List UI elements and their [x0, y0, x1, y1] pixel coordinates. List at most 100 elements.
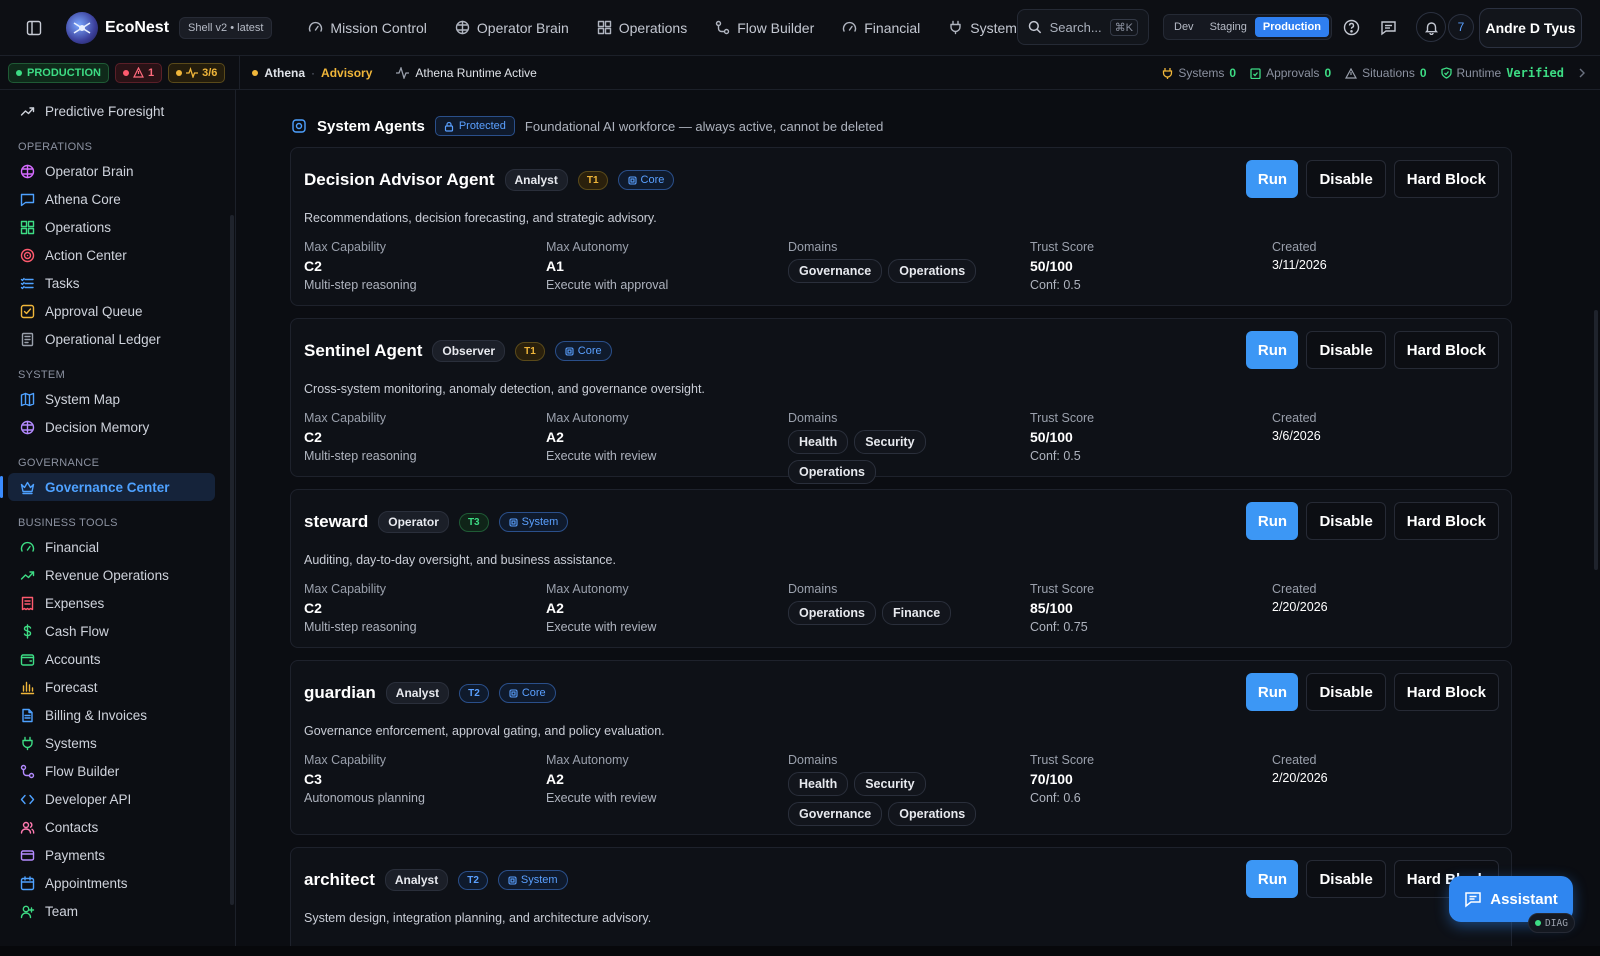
sidebar-item-cash-flow[interactable]: Cash Flow	[0, 617, 235, 645]
disable-button[interactable]: Disable	[1306, 331, 1386, 369]
sidebar-item-flow-builder[interactable]: Flow Builder	[0, 757, 235, 785]
trust-score-value: 50/100	[1030, 429, 1073, 445]
bell-icon[interactable]	[1416, 12, 1446, 42]
max-autonomy-value: A1	[546, 258, 564, 274]
sidebar-item-operational-ledger[interactable]: Operational Ledger	[0, 325, 235, 353]
env-option-production[interactable]: Production	[1254, 17, 1329, 37]
topnav-flow-builder[interactable]: Flow Builder	[701, 0, 828, 56]
run-button[interactable]: Run	[1246, 860, 1299, 898]
tier-badge: T2	[458, 870, 488, 890]
sidebar-item-accounts[interactable]: Accounts	[0, 645, 235, 673]
sidebar-item-operations[interactable]: Operations	[0, 213, 235, 241]
system-agents-header: System Agents Protected Foundational AI …	[291, 116, 883, 136]
agent-kind-label: Core	[577, 345, 602, 357]
econest-logo[interactable]	[66, 11, 98, 44]
sidebar-item-billing-invoices[interactable]: Billing & Invoices	[0, 701, 235, 729]
user-plus-icon	[20, 904, 35, 919]
domain-pill: Governance	[788, 802, 883, 826]
sidebar-item-action-center[interactable]: Action Center	[0, 241, 235, 269]
hard-block-button[interactable]: Hard Block	[1393, 331, 1499, 369]
hard-block-button[interactable]: Hard Block	[1393, 160, 1499, 198]
role-badge: Analyst	[504, 169, 568, 191]
max-autonomy-label: Max Autonomy	[546, 753, 629, 767]
sidebar-item-developer-api[interactable]: Developer API	[0, 785, 235, 813]
approvals-status[interactable]: Approvals 0	[1250, 66, 1331, 80]
cpu-icon	[627, 175, 637, 185]
sidebar-item-expenses[interactable]: Expenses	[0, 589, 235, 617]
health-score-chip[interactable]: 3/6	[168, 62, 226, 83]
env-option-staging[interactable]: Staging	[1202, 17, 1255, 37]
separator-dot: ·	[311, 65, 316, 80]
sidebar-toggle-icon[interactable]	[22, 16, 46, 40]
env-option-dev[interactable]: Dev	[1166, 17, 1202, 37]
environment-chip[interactable]: PRODUCTION	[8, 62, 109, 83]
sidebar-item-revenue-operations[interactable]: Revenue Operations	[0, 561, 235, 589]
run-button[interactable]: Run	[1246, 160, 1299, 198]
notification-count[interactable]: 7	[1448, 14, 1474, 40]
help-icon[interactable]	[1340, 16, 1362, 38]
sidebar-item-forecast[interactable]: Forecast	[0, 673, 235, 701]
bottom-strip	[0, 946, 1600, 956]
hard-block-button[interactable]: Hard Block	[1393, 673, 1499, 711]
workflow-icon	[20, 764, 35, 779]
run-button[interactable]: Run	[1246, 673, 1299, 711]
sidebar-item-approval-queue[interactable]: Approval Queue	[0, 297, 235, 325]
disable-button[interactable]: Disable	[1306, 673, 1386, 711]
chevron-right-icon[interactable]	[1578, 68, 1586, 78]
sidebar-item-governance-center[interactable]: Governance Center	[0, 473, 215, 501]
disable-button[interactable]: Disable	[1306, 502, 1386, 540]
situations-status[interactable]: Situations 0	[1345, 66, 1427, 80]
messages-icon[interactable]	[1377, 16, 1399, 38]
run-button[interactable]: Run	[1246, 331, 1299, 369]
role-badge: Analyst	[384, 869, 449, 891]
sidebar-item-label: Operational Ledger	[45, 331, 161, 347]
sidebar-item-appointments[interactable]: Appointments	[0, 869, 235, 897]
disable-button[interactable]: Disable	[1306, 160, 1386, 198]
sidebar-item-contacts[interactable]: Contacts	[0, 813, 235, 841]
hard-block-button[interactable]: Hard Block	[1393, 502, 1499, 540]
grid-icon	[20, 220, 35, 235]
agent-title-row: architect Analyst T2 System	[304, 869, 568, 891]
tier-badge: T1	[515, 341, 545, 361]
topnav-mission-control[interactable]: Mission Control	[294, 0, 440, 56]
map-icon	[20, 392, 35, 407]
topnav-operations[interactable]: Operations	[583, 0, 701, 56]
sidebar-item-systems[interactable]: Systems	[0, 729, 235, 757]
run-button[interactable]: Run	[1246, 502, 1299, 540]
topnav-label: Financial	[864, 19, 921, 36]
disable-button[interactable]: Disable	[1306, 860, 1386, 898]
topnav-financial[interactable]: Financial	[828, 0, 934, 56]
sidebar-item-tasks[interactable]: Tasks	[0, 269, 235, 297]
sidebar-item-label: Expenses	[45, 595, 105, 611]
athena-mode[interactable]: Athena · Advisory	[252, 66, 372, 80]
alerts-chip[interactable]: 1	[114, 62, 163, 83]
sidebar-item-label: Flow Builder	[45, 763, 120, 779]
sidebar-item-decision-memory[interactable]: Decision Memory	[0, 413, 235, 441]
user-menu-button[interactable]: Andre D Tyus	[1479, 8, 1582, 48]
search-input[interactable]: Search... ⌘K	[1017, 9, 1149, 45]
domain-pill: Operations	[788, 601, 876, 625]
sidebar-item-operator-brain[interactable]: Operator Brain	[0, 157, 235, 185]
domain-pill: Security	[854, 772, 926, 796]
runtime-verified[interactable]: Runtime Verified	[1440, 66, 1564, 80]
sidebar-item-athena-core[interactable]: Athena Core	[0, 185, 235, 213]
sidebar-item-financial[interactable]: Financial	[0, 533, 235, 561]
sidebar-item-predictive-foresight[interactable]: Predictive Foresight	[0, 97, 235, 125]
main-scrollbar[interactable]	[1594, 310, 1598, 570]
sidebar-item-payments[interactable]: Payments	[0, 841, 235, 869]
topnav-operator-brain[interactable]: Operator Brain	[441, 0, 583, 56]
domains: Domains Health Security Governance Operatio…	[788, 753, 1018, 826]
agent-title-row: Sentinel Agent Observer T1 Core	[304, 340, 612, 362]
sidebar-item-label: Cash Flow	[45, 623, 109, 639]
trust-score: Trust Score 85/100 Conf: 0.75	[1030, 582, 1094, 634]
systems-status[interactable]: Systems 0	[1162, 66, 1236, 80]
environment-switcher[interactable]: Dev Staging Production	[1163, 14, 1332, 40]
sidebar-scrollbar[interactable]	[230, 215, 234, 905]
created-date: 2/20/2026	[1272, 771, 1328, 785]
domain-list: Governance Operations	[788, 259, 1018, 283]
gauge-icon	[842, 20, 857, 35]
confidence-value: Conf: 0.5	[1030, 449, 1081, 463]
sidebar-item-system-map[interactable]: System Map	[0, 385, 235, 413]
diagnostics-toggle[interactable]: DIAG	[1528, 913, 1575, 933]
sidebar-item-team[interactable]: Team	[0, 897, 235, 925]
